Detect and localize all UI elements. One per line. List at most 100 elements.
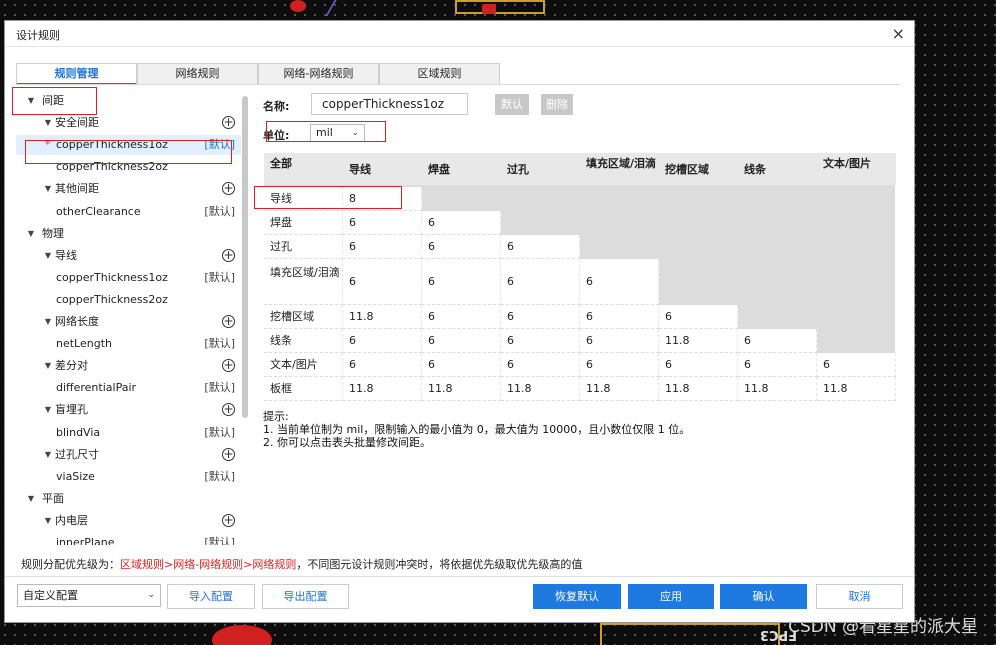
clearance-cell[interactable]: 6	[659, 305, 738, 329]
ok-button[interactable]: 确认	[720, 584, 807, 609]
clearance-cell[interactable]: 11.8	[422, 377, 501, 401]
tree-item[interactable]: ▼ 导线 +	[16, 246, 241, 266]
column-header[interactable]: 过孔	[501, 153, 580, 185]
tree-item[interactable]: ▼ 其他间距 +	[16, 179, 241, 199]
config-select[interactable]: 自定义配置 ⌄	[17, 584, 161, 607]
column-header[interactable]: 导线	[343, 153, 422, 185]
clearance-cell[interactable]: 11.8	[659, 377, 738, 401]
tree-item[interactable]: ▼ 过孔尺寸 +	[16, 445, 241, 465]
clearance-cell[interactable]: 6	[580, 305, 659, 329]
clearance-cell[interactable]: 6	[738, 353, 817, 377]
clearance-cell[interactable]: 6	[580, 259, 659, 305]
tree-item[interactable]: ▼ 网络长度 +	[16, 312, 241, 332]
row-header[interactable]: 线条	[264, 329, 343, 353]
caret-down-icon[interactable]: ▼	[43, 400, 53, 420]
clearance-cell[interactable]: 6	[580, 353, 659, 377]
tree-item[interactable]: ▼ 间距	[16, 91, 241, 111]
column-header[interactable]: 线条	[738, 153, 817, 185]
clearance-cell[interactable]: 11.8	[343, 305, 422, 329]
add-rule-icon[interactable]: +	[222, 116, 235, 129]
clearance-cell[interactable]: 6	[817, 353, 896, 377]
clearance-cell[interactable]: 6	[343, 353, 422, 377]
tree-item[interactable]: innerPlane [默认]	[16, 533, 241, 545]
tab-net-rules[interactable]: 网络规则	[137, 63, 258, 85]
rule-name-input[interactable]: copperThickness1oz	[311, 93, 468, 115]
clearance-cell[interactable]: 11.8	[580, 377, 659, 401]
clearance-cell[interactable]: 6	[501, 305, 580, 329]
add-rule-icon[interactable]: +	[222, 315, 235, 328]
tree-item[interactable]: * copperThickness1oz [默认]	[16, 135, 241, 155]
clearance-cell[interactable]: 6	[422, 329, 501, 353]
tree-item[interactable]: ▼ 差分对 +	[16, 356, 241, 376]
clearance-cell[interactable]: 6	[343, 235, 422, 259]
tree-item[interactable]: netLength [默认]	[16, 334, 241, 354]
tree-item[interactable]: ▼ 盲埋孔 +	[16, 400, 241, 420]
column-header[interactable]: 焊盘	[422, 153, 501, 185]
clearance-cell[interactable]: 6	[659, 353, 738, 377]
tree-item[interactable]: differentialPair [默认]	[16, 378, 241, 398]
clearance-cell[interactable]: 11.8	[659, 329, 738, 353]
tree-item[interactable]: otherClearance [默认]	[16, 202, 241, 222]
add-rule-icon[interactable]: +	[222, 514, 235, 527]
clearance-cell[interactable]: 11.8	[817, 377, 896, 401]
caret-down-icon[interactable]: ▼	[26, 224, 36, 244]
caret-down-icon[interactable]: ▼	[43, 246, 53, 266]
tree-item[interactable]: copperThickness1oz [默认]	[16, 268, 241, 288]
tree-item[interactable]: blindVia [默认]	[16, 423, 241, 443]
caret-down-icon[interactable]: ▼	[43, 445, 53, 465]
clearance-cell[interactable]: 6	[580, 329, 659, 353]
caret-down-icon[interactable]: ▼	[43, 179, 53, 199]
caret-down-icon[interactable]: ▼	[43, 113, 53, 133]
import-config-button[interactable]: 导入配置	[167, 584, 255, 609]
column-header[interactable]: 文本/图片	[817, 153, 896, 185]
clearance-cell[interactable]: 6	[501, 235, 580, 259]
delete-button[interactable]: 删除	[541, 94, 573, 115]
tree-item[interactable]: ▼ 物理	[16, 224, 241, 244]
apply-button[interactable]: 应用	[628, 584, 714, 609]
caret-down-icon[interactable]: ▼	[26, 91, 36, 111]
row-header[interactable]: 导线	[264, 187, 343, 211]
tree-item[interactable]: ▼ 内电层 +	[16, 511, 241, 531]
add-rule-icon[interactable]: +	[222, 359, 235, 372]
clearance-cell[interactable]: 6	[501, 353, 580, 377]
default-button[interactable]: 默认	[495, 94, 529, 115]
tree-item[interactable]: viaSize [默认]	[16, 467, 241, 487]
tree-item[interactable]: ▼ 平面	[16, 489, 241, 509]
clearance-cell[interactable]: 6	[422, 305, 501, 329]
clearance-cell[interactable]: 6	[343, 259, 422, 305]
tab-rule-management[interactable]: 规则管理	[16, 63, 137, 85]
caret-down-icon[interactable]: ▼	[43, 511, 53, 531]
clearance-cell[interactable]: 6	[422, 235, 501, 259]
clearance-cell[interactable]: 11.8	[738, 377, 817, 401]
unit-select[interactable]: mil ⌄	[310, 124, 365, 142]
clearance-cell[interactable]: 6	[422, 259, 501, 305]
column-header[interactable]: 填充区域/泪滴	[580, 153, 659, 185]
table-corner-header[interactable]: 全部	[264, 153, 343, 185]
clearance-cell[interactable]: 6	[738, 329, 817, 353]
tree-item[interactable]: ▼ 安全间距 +	[16, 113, 241, 133]
caret-down-icon[interactable]: ▼	[43, 356, 53, 376]
add-rule-icon[interactable]: +	[222, 448, 235, 461]
close-icon[interactable]: ×	[892, 24, 905, 43]
clearance-cell[interactable]: 6	[343, 329, 422, 353]
row-header[interactable]: 填充区域/泪滴	[264, 259, 343, 305]
tree-item[interactable]: copperThickness2oz	[16, 157, 241, 177]
clearance-cell[interactable]: 6	[422, 353, 501, 377]
tree-item[interactable]: copperThickness2oz	[16, 290, 241, 310]
caret-down-icon[interactable]: ▼	[26, 489, 36, 509]
clearance-cell[interactable]: 11.8	[343, 377, 422, 401]
clearance-cell[interactable]: 8	[343, 187, 422, 211]
clearance-cell[interactable]: 6	[422, 211, 501, 235]
restore-default-button[interactable]: 恢复默认	[533, 584, 621, 609]
export-config-button[interactable]: 导出配置	[262, 584, 349, 609]
row-header[interactable]: 焊盘	[264, 211, 343, 235]
row-header[interactable]: 过孔	[264, 235, 343, 259]
row-header[interactable]: 挖槽区域	[264, 305, 343, 329]
clearance-cell[interactable]: 6	[343, 211, 422, 235]
clearance-cell[interactable]: 11.8	[501, 377, 580, 401]
clearance-cell[interactable]: 6	[501, 329, 580, 353]
add-rule-icon[interactable]: +	[222, 182, 235, 195]
add-rule-icon[interactable]: +	[222, 249, 235, 262]
cancel-button[interactable]: 取消	[816, 584, 903, 609]
caret-down-icon[interactable]: ▼	[43, 312, 53, 332]
